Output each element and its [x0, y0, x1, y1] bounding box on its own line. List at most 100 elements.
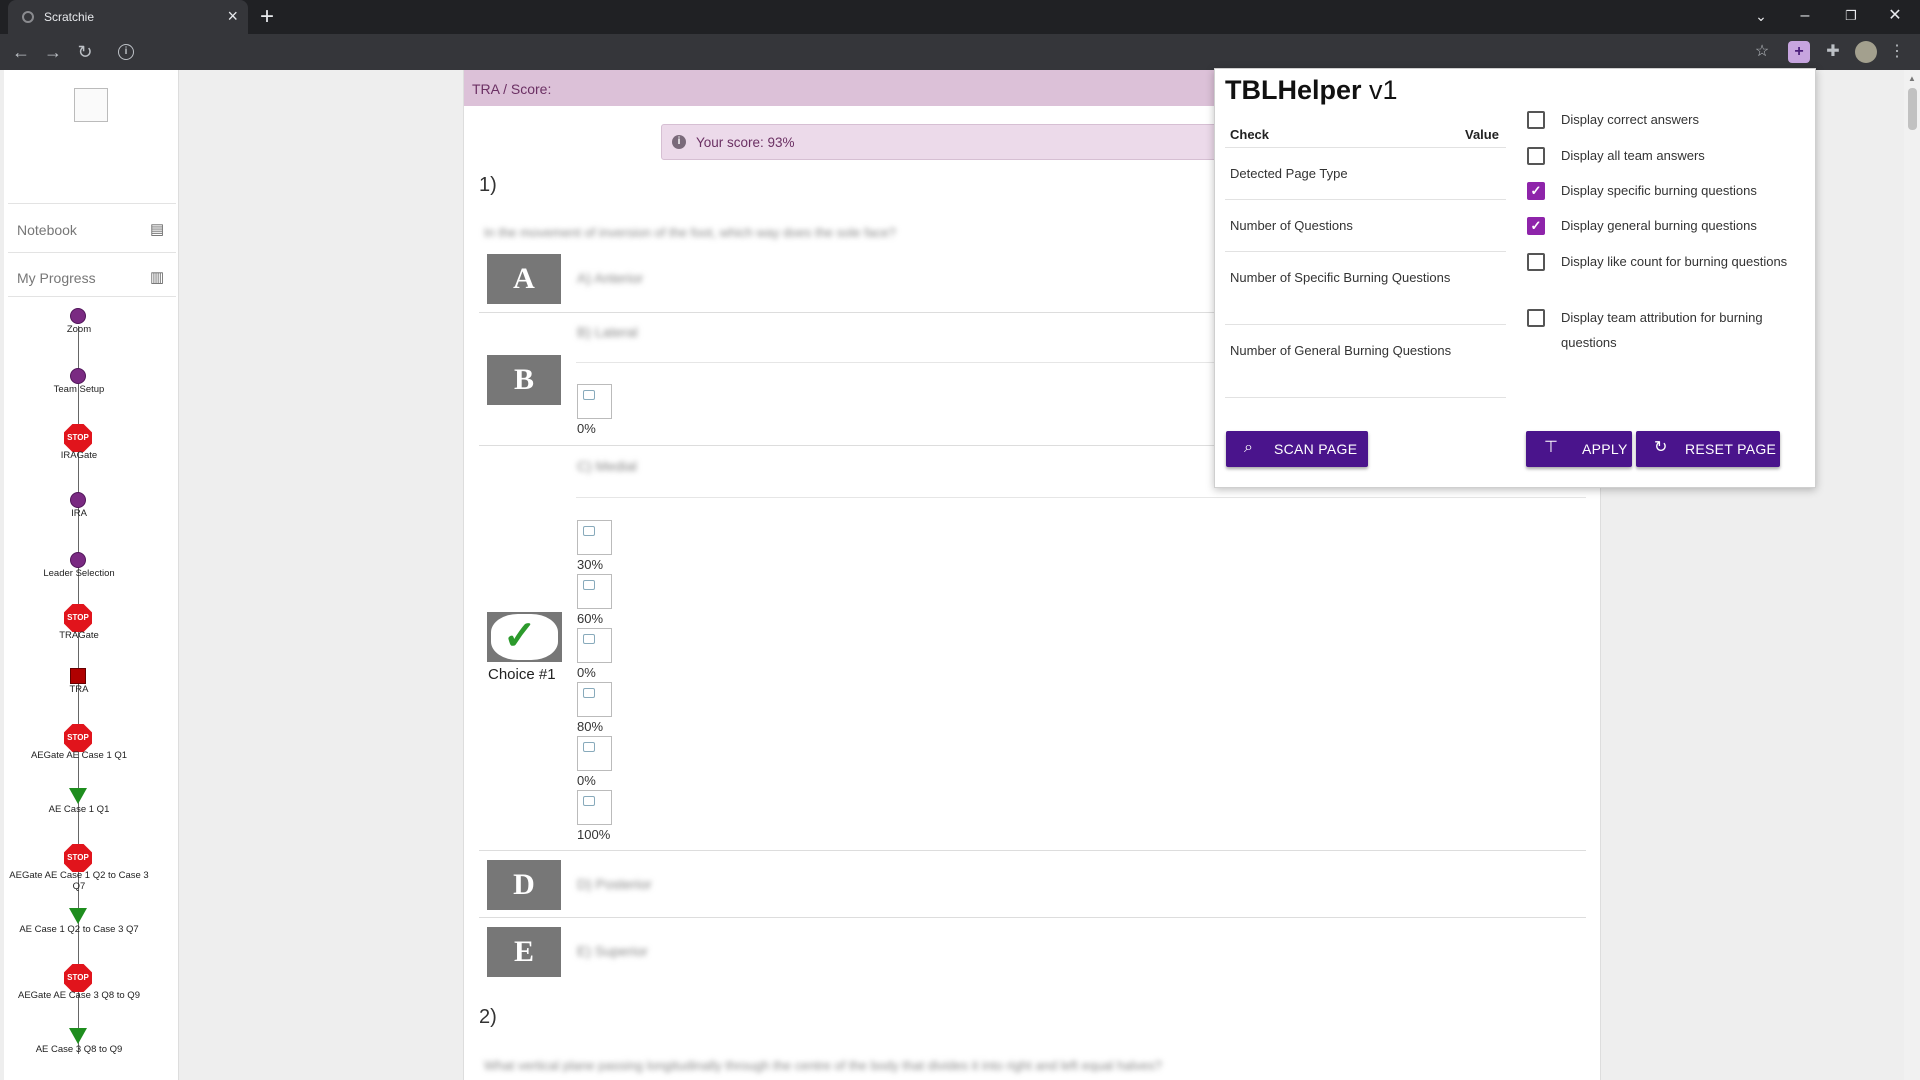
divider	[479, 917, 1586, 918]
check-column-header: Check	[1230, 127, 1270, 142]
option-d-button[interactable]: D	[487, 860, 561, 910]
timeline-node-label: IRA	[71, 508, 87, 519]
score-header-label: TRA / Score:	[472, 81, 552, 97]
map-icon[interactable]: ▥	[150, 268, 164, 286]
option-c-percent: 0%	[577, 665, 596, 680]
menu-icon[interactable]: ⋮	[1886, 41, 1908, 63]
option-label[interactable]: Display correct answers	[1561, 107, 1801, 132]
sidebar: Notebook ▤ My Progress ▥ Zoom Team Setup S…	[4, 70, 179, 1080]
option-label[interactable]: Display team attribution for burning que…	[1561, 305, 1801, 355]
option-e-button[interactable]: E	[487, 927, 561, 977]
timeline-node[interactable]	[70, 308, 86, 324]
triangle-down-icon	[69, 908, 87, 924]
option-label[interactable]: Display all team answers	[1561, 143, 1801, 168]
window-close-button[interactable]: ✕	[1880, 4, 1910, 28]
address-bar[interactable]: i	[110, 39, 1762, 65]
tab-favicon-icon	[22, 11, 34, 23]
minimize-button[interactable]: –	[1790, 4, 1820, 28]
option-a-text: A) Anterior	[577, 270, 644, 286]
page-scrollbar[interactable]: ▲	[1904, 70, 1920, 1080]
value-column-header: Value	[1465, 127, 1499, 142]
scan-page-button[interactable]: ⌕ SCAN PAGE	[1226, 431, 1368, 467]
reset-page-label: RESET PAGE	[1685, 441, 1777, 457]
reload-button[interactable]: ↻	[72, 40, 98, 64]
check-row: Number of General Burning Questions	[1225, 325, 1506, 398]
timeline-node-label: Team Setup	[53, 384, 105, 395]
timeline-node[interactable]	[69, 788, 87, 804]
browser-toolbar: ← → ↻ i ☆ + ✚ ⋮	[0, 34, 1920, 70]
star-icon[interactable]: ☆	[1751, 41, 1773, 63]
circle-icon	[70, 368, 86, 384]
stop-sign-icon: STOP	[64, 604, 92, 632]
tab-search-icon[interactable]: ⌄	[1746, 4, 1776, 28]
apply-button[interactable]: ⊤ APPLY	[1526, 431, 1632, 467]
option-label[interactable]: Display specific burning questions	[1561, 178, 1801, 203]
site-info-icon[interactable]: i	[118, 44, 134, 60]
circle-icon	[70, 308, 86, 324]
timeline-node[interactable]	[69, 908, 87, 924]
option-checkbox[interactable]	[1527, 111, 1545, 129]
question-text: What vertical plane passing longitudinal…	[484, 1058, 1162, 1073]
option-e-text: E) Superior	[577, 943, 648, 959]
team-answer-image	[577, 574, 612, 609]
option-checkbox[interactable]	[1527, 147, 1545, 165]
team-answer-image	[577, 520, 612, 555]
puzzle-icon[interactable]: ✚	[1822, 41, 1844, 63]
check-row: Number of Specific Burning Questions	[1225, 252, 1506, 325]
correct-answer-badge: ✓	[487, 612, 562, 662]
question-number: 2)	[479, 1006, 497, 1028]
scan-page-label: SCAN PAGE	[1274, 441, 1358, 457]
info-icon: i	[672, 135, 686, 149]
option-d-text: D) Posterior	[577, 876, 652, 892]
divider	[8, 296, 176, 297]
option-checkbox[interactable]: ✓	[1527, 217, 1545, 235]
notebook-icon[interactable]: ▤	[150, 220, 164, 238]
avatar-icon[interactable]	[1855, 41, 1877, 63]
divider	[8, 252, 176, 253]
my-progress-link[interactable]: My Progress	[17, 270, 96, 286]
timeline-node[interactable]: STOP	[64, 604, 92, 632]
team-answer-image	[577, 790, 612, 825]
triangle-down-icon	[69, 1028, 87, 1044]
timeline-node[interactable]: STOP	[64, 844, 92, 872]
back-button[interactable]: ←	[8, 40, 34, 64]
timeline-node[interactable]: STOP	[64, 724, 92, 752]
restore-button[interactable]: ❐	[1836, 4, 1866, 28]
logo-image	[74, 88, 108, 122]
question-number: 1)	[479, 174, 497, 196]
timeline-node-label: Leader Selection	[43, 568, 115, 579]
timeline-node[interactable]	[69, 1028, 87, 1044]
scroll-thumb[interactable]	[1908, 88, 1917, 130]
apply-label: APPLY	[1582, 441, 1628, 457]
option-label[interactable]: Display general burning questions	[1561, 213, 1801, 238]
timeline-node[interactable]: STOP	[64, 424, 92, 452]
choice-label: Choice #1	[488, 666, 556, 683]
option-checkbox[interactable]	[1527, 253, 1545, 271]
tab-close-icon[interactable]: ×	[227, 6, 238, 26]
divider	[8, 203, 176, 204]
forward-button[interactable]: →	[40, 40, 66, 64]
option-b-button[interactable]: B	[487, 355, 561, 405]
extension-active-icon[interactable]: +	[1788, 41, 1810, 63]
timeline-node-label: AE Case 3 Q8 to Q9	[35, 1044, 123, 1055]
option-c-percent: 60%	[577, 611, 604, 626]
browser-tab[interactable]: Scratchie ×	[8, 0, 248, 34]
option-checkbox[interactable]	[1527, 309, 1545, 327]
timeline-node-label: TRA	[69, 684, 89, 695]
stop-sign-icon: STOP	[64, 844, 92, 872]
option-checkbox[interactable]: ✓	[1527, 182, 1545, 200]
option-c-percent: 80%	[577, 719, 604, 734]
timeline-node[interactable]: STOP	[64, 964, 92, 992]
reset-page-button[interactable]: ↻ RESET PAGE	[1636, 431, 1780, 467]
timeline-node[interactable]	[70, 368, 86, 384]
timeline-node[interactable]	[70, 668, 86, 684]
timeline-node[interactable]	[70, 492, 86, 508]
scroll-up-icon[interactable]: ▲	[1908, 74, 1916, 83]
option-a-button[interactable]: A	[487, 254, 561, 304]
option-b-text: B) Lateral	[577, 324, 638, 340]
option-label[interactable]: Display like count for burning questions	[1561, 249, 1801, 274]
notebook-link[interactable]: Notebook	[17, 222, 77, 238]
timeline-node[interactable]	[70, 552, 86, 568]
option-c-text: C) Medial	[577, 458, 637, 474]
new-tab-button[interactable]: +	[260, 3, 274, 31]
